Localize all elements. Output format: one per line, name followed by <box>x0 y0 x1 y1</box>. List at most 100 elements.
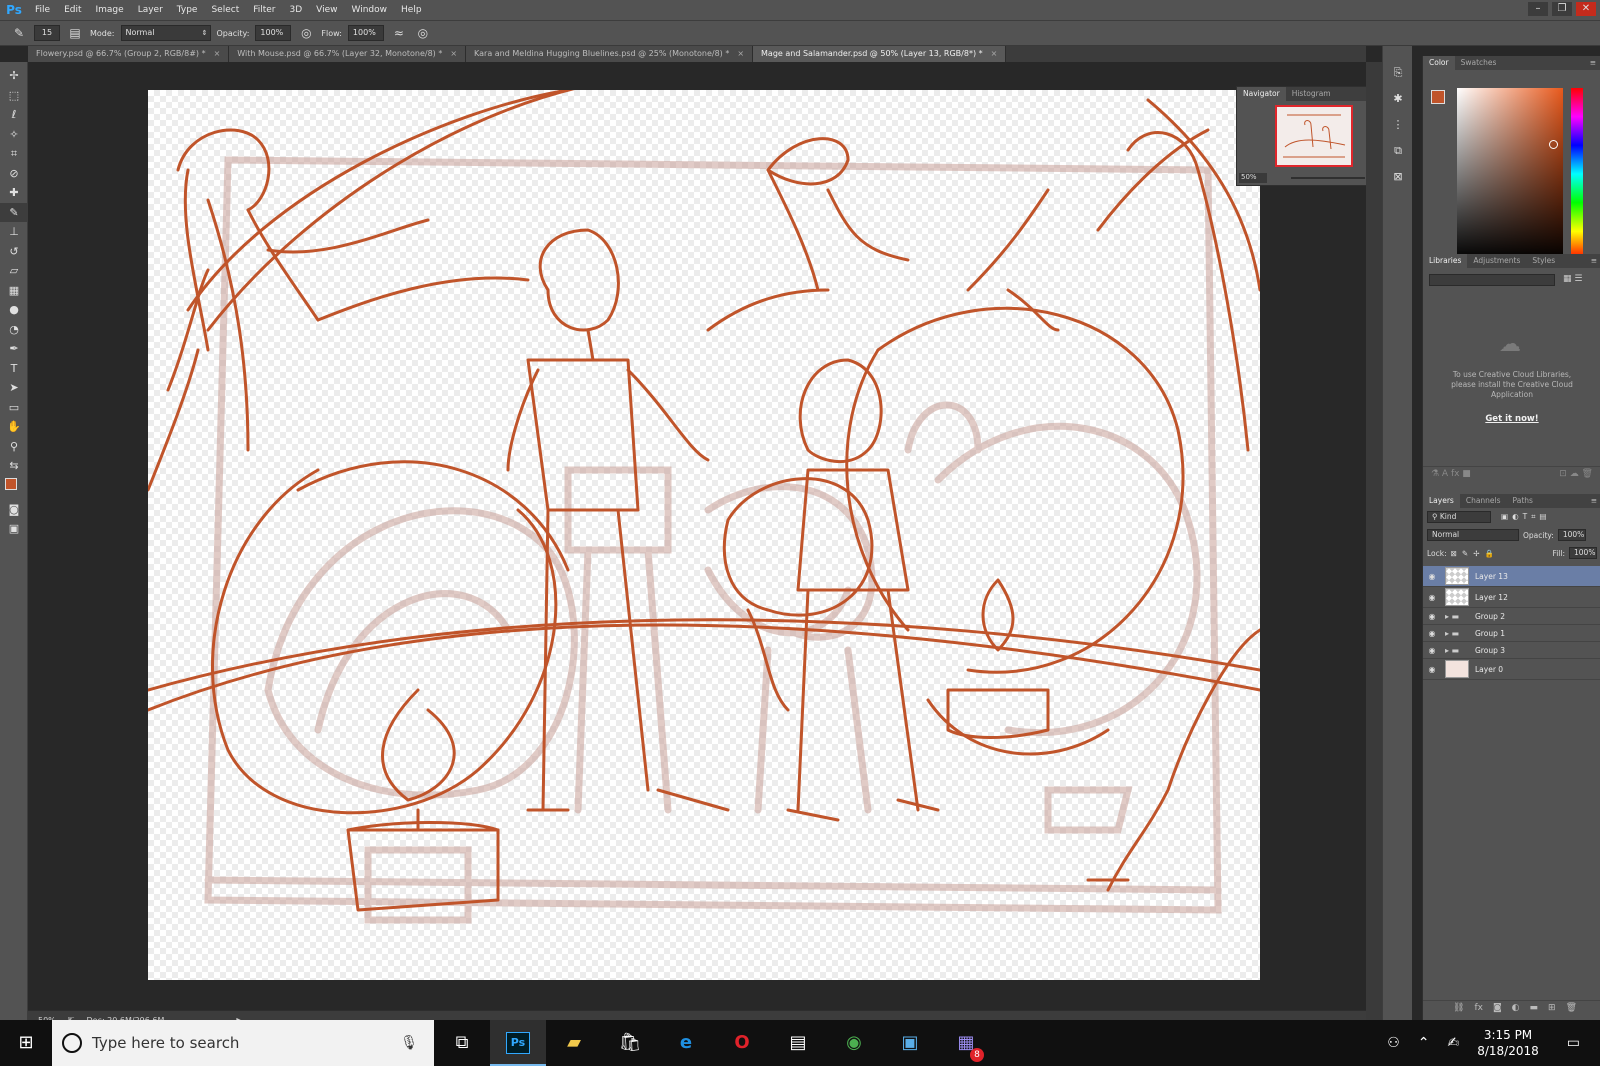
adjustment-layer-icon[interactable]: ◐ <box>1512 1003 1520 1016</box>
eraser-tool-icon[interactable]: ▱ <box>0 261 28 281</box>
layer-row-layer-0[interactable]: ◉ Layer 0 <box>1423 659 1600 680</box>
app-window-icon[interactable]: ▤ <box>770 1020 826 1066</box>
panel-menu-icon[interactable]: ≡ <box>1591 254 1597 268</box>
eyedropper-tool-icon[interactable]: ⊘ <box>0 164 28 184</box>
edge-icon[interactable]: e <box>658 1020 714 1066</box>
history-brush-tool-icon[interactable]: ↺ <box>0 242 28 262</box>
mail-app-icon[interactable]: ▣ <box>882 1020 938 1066</box>
screen-mode-icon[interactable]: ▣ <box>0 519 28 539</box>
menu-select[interactable]: Select <box>204 5 246 15</box>
taskbar-search-box[interactable]: Type here to search 🎙 <box>52 1020 434 1066</box>
airbrush-icon[interactable]: ≈ <box>390 24 408 42</box>
fx-icon[interactable]: fx <box>1474 1003 1483 1016</box>
tab-with-mouse[interactable]: With Mouse.psd @ 66.7% (Layer 32, Monoto… <box>229 46 467 62</box>
layer-row-group-2[interactable]: ◉ ▸ ▬ Group 2 <box>1423 608 1600 625</box>
navigator-zoom-slider[interactable] <box>1291 177 1365 179</box>
foreground-color-swatch[interactable] <box>1431 90 1445 104</box>
grid-view-icon[interactable]: ▦ ☰ <box>1563 274 1582 284</box>
vertical-scrollbar[interactable] <box>1366 62 1382 1030</box>
opera-icon[interactable]: O <box>714 1020 770 1066</box>
close-icon[interactable]: × <box>991 46 998 62</box>
tab-channels[interactable]: Channels <box>1460 494 1507 508</box>
chat-app-icon[interactable]: ▦ 8 <box>938 1020 994 1066</box>
visibility-eye-icon[interactable]: ◉ <box>1423 572 1441 581</box>
folder-icon[interactable]: ▸ ▬ <box>1445 612 1469 621</box>
brushes-panel-icon[interactable]: ⋮ <box>1385 114 1411 136</box>
hand-tool-icon[interactable]: ✋ <box>0 417 28 437</box>
crop-tool-icon[interactable]: ⌗ <box>0 144 28 164</box>
tab-styles[interactable]: Styles <box>1526 254 1561 268</box>
flow-field[interactable]: 100% <box>347 25 384 41</box>
lasso-tool-icon[interactable]: ℓ <box>0 105 28 125</box>
tab-swatches[interactable]: Swatches <box>1455 56 1503 70</box>
microphone-icon[interactable]: 🎙 <box>400 1035 418 1051</box>
menu-view[interactable]: View <box>309 5 344 15</box>
add-mask-icon[interactable]: ◙ <box>1493 1003 1502 1016</box>
tab-mage-and-salamander[interactable]: Mage and Salamander.psd @ 50% (Layer 13,… <box>753 46 1007 62</box>
tab-kara-and-meldina[interactable]: Kara and Meldina Hugging Bluelines.psd @… <box>466 46 754 62</box>
healing-brush-tool-icon[interactable]: ✚ <box>0 183 28 203</box>
document-canvas[interactable] <box>148 90 1260 980</box>
blend-mode-select[interactable]: Normal <box>1427 529 1519 541</box>
menu-layer[interactable]: Layer <box>131 5 170 15</box>
menu-file[interactable]: File <box>28 5 57 15</box>
pressure-size-icon[interactable]: ◎ <box>414 24 432 42</box>
menu-edit[interactable]: Edit <box>57 5 88 15</box>
layer-filter-icons[interactable]: ▣◐T⌗▤ <box>1501 512 1551 522</box>
layer-row-group-3[interactable]: ◉ ▸ ▬ Group 3 <box>1423 642 1600 659</box>
new-layer-icon[interactable]: ⊞ <box>1548 1003 1556 1016</box>
visibility-eye-icon[interactable]: ◉ <box>1423 593 1441 602</box>
menu-filter[interactable]: Filter <box>246 5 282 15</box>
close-icon[interactable]: × <box>737 46 744 62</box>
hue-slider[interactable] <box>1571 88 1583 260</box>
menu-window[interactable]: Window <box>345 5 395 15</box>
file-explorer-icon[interactable]: ▰ <box>546 1020 602 1066</box>
restore-button[interactable]: ❐ <box>1552 2 1572 16</box>
opacity-field[interactable]: 100% <box>255 25 292 41</box>
pen-workspace-icon[interactable]: ✍ <box>1448 1035 1460 1051</box>
folder-icon[interactable]: ▸ ▬ <box>1445 646 1469 655</box>
menu-type[interactable]: Type <box>170 5 205 15</box>
minimize-button[interactable]: – <box>1528 2 1548 16</box>
delete-layer-icon[interactable]: 🗑 <box>1566 1003 1577 1016</box>
store-icon[interactable]: 🛍 <box>602 1020 658 1066</box>
get-it-now-link[interactable]: Get it now! <box>1423 414 1600 424</box>
history-panel-icon[interactable]: ⎘ <box>1385 62 1411 84</box>
clone-source-icon[interactable]: ⧉ <box>1385 140 1411 162</box>
menu-3d[interactable]: 3D <box>283 5 310 15</box>
tab-flowery[interactable]: Flowery.psd @ 66.7% (Group 2, RGB/8#) * × <box>28 46 230 62</box>
brush-tool-preset-icon[interactable]: ✎ <box>10 24 28 42</box>
move-tool-icon[interactable]: ✢ <box>0 66 28 86</box>
tab-navigator[interactable]: Navigator <box>1237 87 1286 101</box>
tab-paths[interactable]: Paths <box>1507 494 1539 508</box>
visibility-eye-icon[interactable]: ◉ <box>1423 612 1441 621</box>
tab-color[interactable]: Color <box>1423 56 1455 70</box>
color-picker-cursor[interactable] <box>1549 140 1558 149</box>
layer-filter-select[interactable]: ⚲ Kind <box>1427 511 1491 523</box>
link-layers-icon[interactable]: ⛓ <box>1453 1003 1464 1016</box>
lock-icons[interactable]: ⊠✎✢🔒 <box>1451 549 1499 558</box>
tab-adjustments[interactable]: Adjustments <box>1467 254 1526 268</box>
color-field[interactable] <box>1457 88 1563 260</box>
people-icon[interactable]: ⚇ <box>1387 1035 1400 1051</box>
layer-fill-field[interactable]: 100% <box>1569 547 1597 559</box>
visibility-eye-icon[interactable]: ◉ <box>1423 646 1441 655</box>
visibility-eye-icon[interactable]: ◉ <box>1423 629 1441 638</box>
pressure-opacity-icon[interactable]: ◎ <box>297 24 315 42</box>
path-select-tool-icon[interactable]: ➤ <box>0 378 28 398</box>
navigator-zoom-field[interactable]: 50% <box>1239 173 1267 183</box>
gradient-tool-icon[interactable]: ▦ <box>0 281 28 301</box>
tab-layers[interactable]: Layers <box>1423 494 1460 508</box>
task-view-icon[interactable]: ⧉ <box>434 1020 490 1066</box>
library-delete-icon[interactable]: ⊡ ☁ 🗑 <box>1559 469 1593 479</box>
visibility-eye-icon[interactable]: ◉ <box>1423 665 1441 674</box>
menu-help[interactable]: Help <box>394 5 429 15</box>
photoshop-taskbar-icon[interactable]: Ps <box>490 1020 546 1066</box>
marquee-tool-icon[interactable]: ⬚ <box>0 86 28 106</box>
close-icon[interactable]: × <box>214 46 221 62</box>
brush-tool-icon[interactable]: ✎ <box>0 202 28 222</box>
layer-row-layer-12[interactable]: ◉ Layer 12 <box>1423 587 1600 608</box>
close-icon[interactable]: × <box>450 46 457 62</box>
windows-start-icon[interactable]: ⊞ <box>0 1020 52 1066</box>
properties-panel-icon[interactable]: ⊠ <box>1385 166 1411 188</box>
